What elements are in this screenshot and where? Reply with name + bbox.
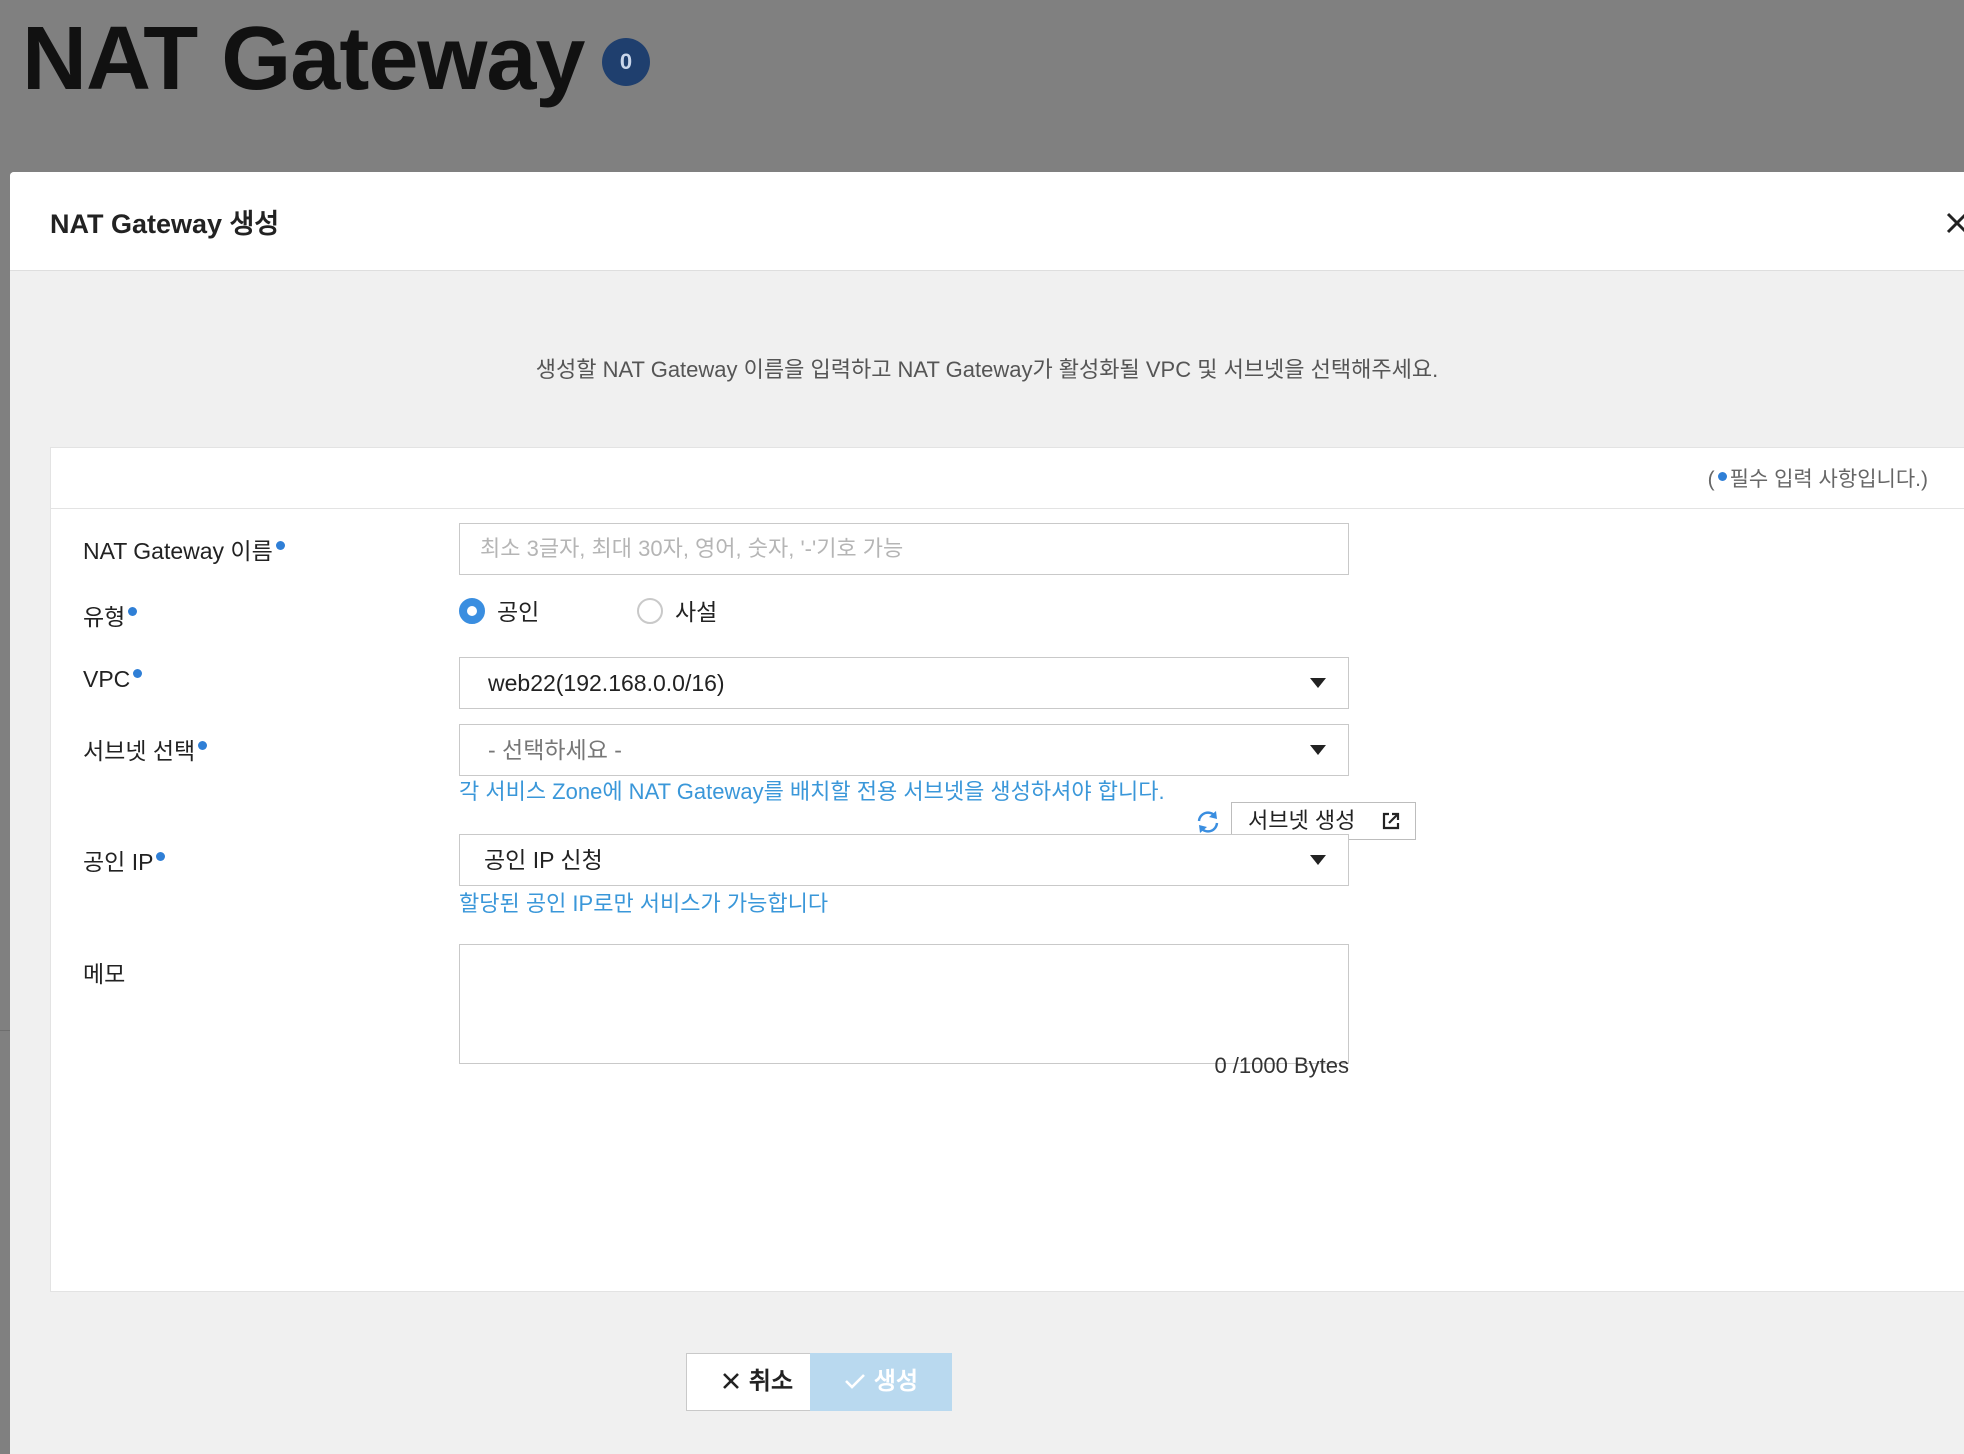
cancel-button-label: 취소 [748,1368,794,1395]
caret-down-icon [1310,678,1326,688]
count-badge: 0 [602,38,650,86]
radio-checked-icon[interactable] [459,597,485,624]
type-label-text: 유형 [83,604,126,630]
create-button-label: 생성 [873,1368,919,1395]
type-option-public-label: 공인 [497,599,540,625]
public-ip-select[interactable]: 공인 IP 신청 [459,834,1349,886]
type-label: 유형 [83,598,138,632]
background-divider [0,1030,10,1031]
type-option-private[interactable]: 사설 [637,593,717,627]
x-icon [722,1372,739,1389]
caret-down-icon [1310,855,1326,865]
required-dot-icon [156,852,166,862]
type-option-private-label: 사설 [675,599,718,625]
required-dot-icon [275,541,285,551]
check-icon [844,1373,865,1389]
caret-down-icon [1310,745,1326,755]
vpc-label-text: VPC [83,666,131,692]
modal-header: NAT Gateway 생성 [10,172,1964,271]
public-ip-label: 공인 IP [83,843,166,877]
name-input[interactable] [459,523,1349,575]
public-ip-help-text: 할당된 공인 IP로만 서비스가 가능합니다 [459,891,829,916]
create-nat-gateway-modal: NAT Gateway 생성 생성할 NAT Gateway 이름을 입력하고 … [10,172,1964,1454]
name-label-text: NAT Gateway 이름 [83,538,273,564]
required-dot-icon [128,607,138,617]
required-note: ( 필수 입력 사항입니다.) [1708,463,1928,493]
subnet-select-value: - 선택하세요 - [488,737,622,763]
required-dot-icon [133,669,143,679]
memo-textarea[interactable] [459,944,1349,1064]
type-option-public[interactable]: 공인 [459,593,539,627]
external-link-icon [1382,812,1400,830]
modal-intro: 생성할 NAT Gateway 이름을 입력하고 NAT Gateway가 활성… [535,357,1439,382]
subnet-label-text: 서브넷 선택 [83,738,196,764]
close-icon[interactable] [1942,208,1964,238]
subnet-label: 서브넷 선택 [83,732,208,766]
public-ip-select-value: 공인 IP 신청 [484,847,603,873]
name-label: NAT Gateway 이름 [83,532,285,566]
page-title: NAT Gateway [22,9,585,109]
radio-unchecked-icon[interactable] [637,597,663,624]
subnet-select[interactable]: - 선택하세요 - [459,724,1349,776]
memo-label: 메모 [83,961,126,987]
vpc-select-value: web22(192.168.0.0/16) [488,670,725,696]
create-button[interactable]: 생성 [810,1353,952,1411]
form-panel: ( 필수 입력 사항입니다.) NAT Gateway 이름 유형 공인 사설 V… [50,447,1964,1292]
refresh-icon[interactable] [1195,809,1221,835]
required-dot-icon [198,741,208,751]
vpc-label: VPC [83,666,143,693]
required-note-text: 필수 입력 사항입니다.) [1729,468,1928,491]
required-dot-icon [1717,471,1727,481]
subnet-help-text: 각 서비스 Zone에 NAT Gateway를 배치할 전용 서브넷을 생성하… [459,779,1165,804]
required-note-open: ( [1707,468,1715,491]
modal-title: NAT Gateway 생성 [50,209,280,239]
vpc-select[interactable]: web22(192.168.0.0/16) [459,657,1349,709]
public-ip-label-text: 공인 IP [83,849,154,875]
subnet-create-label: 서브넷 생성 [1248,808,1356,833]
memo-byte-counter: 0 /1000 Bytes [1214,1053,1349,1078]
cancel-button[interactable]: 취소 [686,1353,828,1411]
form-panel-header: ( 필수 입력 사항입니다.) [51,448,1964,509]
